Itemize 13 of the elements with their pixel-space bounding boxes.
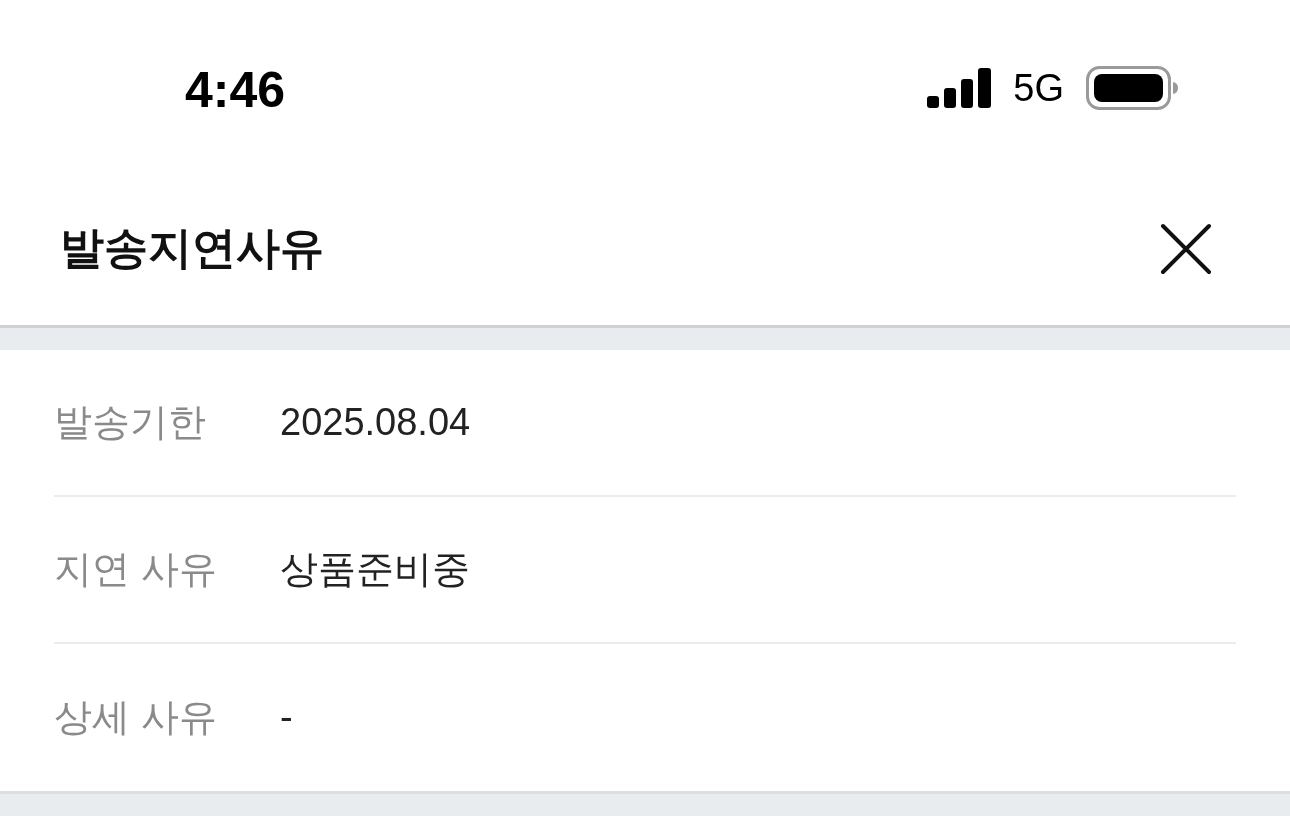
detail-value: 2025.08.04 — [280, 399, 471, 445]
network-label: 5G — [1013, 69, 1064, 107]
detail-label: 상세 사유 — [54, 694, 218, 740]
signal-icon — [927, 68, 992, 108]
detail-label: 지연 사유 — [54, 546, 218, 592]
close-icon — [1160, 222, 1212, 275]
battery-icon — [1086, 66, 1178, 110]
detail-value: 상품준비중 — [280, 546, 470, 592]
close-button[interactable] — [1160, 222, 1212, 275]
sheet-title: 발송지연사유 — [60, 222, 324, 275]
status-time: 4:46 — [185, 65, 286, 115]
detail-value: - — [280, 694, 293, 740]
detail-label: 발송기한 — [54, 399, 207, 445]
